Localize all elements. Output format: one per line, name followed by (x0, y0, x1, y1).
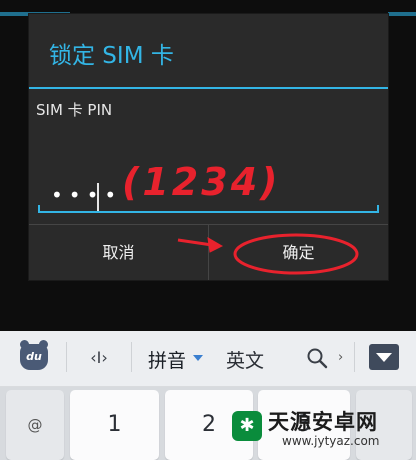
baidu-keyboard-logo[interactable]: du (20, 340, 48, 370)
english-mode-button[interactable]: 英文 (226, 346, 264, 373)
cursor-move-icon[interactable]: ‹I› (86, 346, 112, 370)
cancel-button[interactable]: 取消 (29, 225, 208, 280)
toolbar-separator (354, 342, 355, 372)
ok-button[interactable]: 确定 (209, 225, 388, 280)
annotation-pin-hint: (1234) (122, 160, 281, 204)
pin-field-label: SIM 卡 PIN (36, 101, 113, 119)
title-divider (29, 87, 388, 89)
toolbar-separator (66, 342, 67, 372)
collapse-keyboard-button[interactable] (369, 344, 399, 370)
status-bar-indicator-right (388, 12, 416, 16)
dialog-title: 锁定 SIM 卡 (49, 43, 174, 69)
watermark-url: www.jytyaz.com (282, 434, 380, 448)
lock-sim-dialog: 锁定 SIM 卡 SIM 卡 PIN 取消 确定 (29, 14, 391, 280)
key-1[interactable]: 1 (70, 390, 159, 460)
text-caret (97, 183, 99, 211)
key-symbol[interactable]: @ (6, 390, 64, 460)
toolbar-separator (131, 342, 132, 372)
pinyin-mode-button[interactable]: 拼音 (148, 346, 186, 373)
chevron-right-icon[interactable]: › (338, 350, 343, 365)
input-underline (38, 211, 379, 213)
watermark-logo-icon: ✱ (232, 411, 262, 441)
watermark-title: 天源安卓网 (268, 410, 378, 434)
pinyin-dropdown-icon (193, 355, 203, 361)
search-icon[interactable] (306, 347, 328, 369)
